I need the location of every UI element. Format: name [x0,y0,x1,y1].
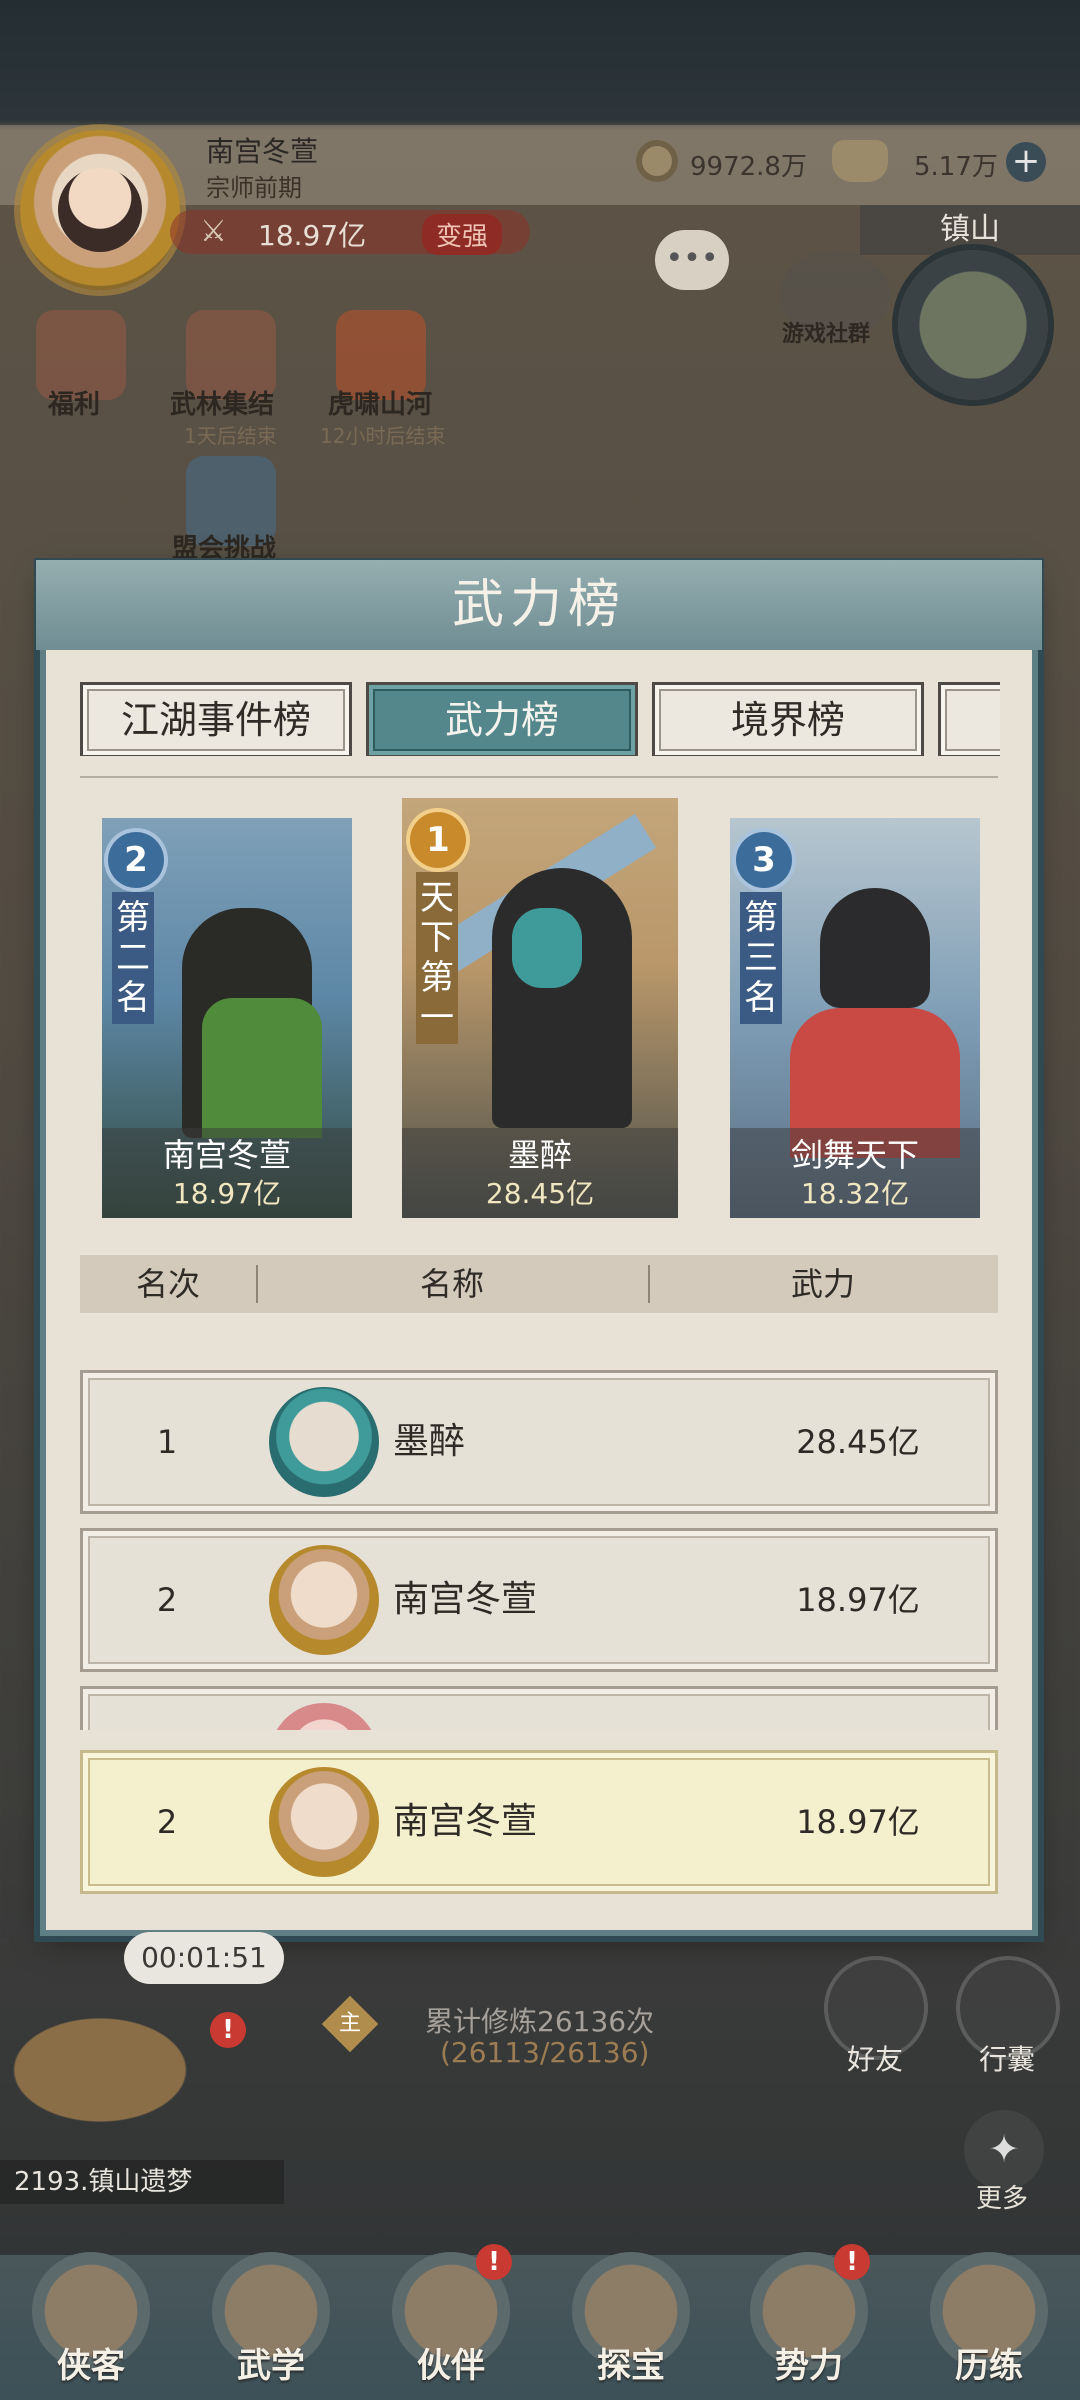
nav-treasure[interactable]: 探宝 [566,2252,696,2392]
rank-caption: 第二名 [112,892,154,1024]
tab-power[interactable]: 武力榜 [366,682,638,756]
avatar [269,1703,379,1730]
nav-faction[interactable]: ! 势力 [744,2244,874,2392]
avatar [269,1387,379,1497]
add-ingot-button[interactable]: + [1006,142,1046,182]
ingot-amount: 5.17万 [914,152,998,182]
character-hair [820,888,930,1008]
ingot-icon [832,140,888,182]
nav-hero[interactable]: 侠客 [26,2252,156,2392]
cart-character[interactable] [0,1980,250,2160]
modal-title: 武力榜 [36,560,1042,650]
rank-badge: 3 [736,832,792,888]
alert-icon: ! [476,2244,512,2280]
my-rank-row[interactable]: 2 南宫冬萱 18.97亿 [80,1750,998,1894]
podium-card-first[interactable]: 1 天下第一 墨醉 28.45亿 [402,798,678,1218]
podium-name: 剑舞天下 [790,1136,919,1174]
column-name: 名称 [419,1265,484,1303]
player-rank: 宗师前期 [206,174,302,202]
bottom-navigation [0,2255,1080,2400]
tab-alliance[interactable]: 盟 [938,682,1000,756]
player-name: 南宫冬萱 [206,135,319,168]
stage-label[interactable]: 2193.镇山遗梦 [0,2160,284,2204]
table-row[interactable] [80,1686,998,1730]
row-name: 南宫冬萱 [393,1579,538,1620]
podium-card-third[interactable]: 3 第三名 剑舞天下 18.32亿 [730,818,980,1218]
nav-label: 探宝 [597,2346,665,2386]
tab-realm[interactable]: 境界榜 [652,682,924,756]
friends-label: 好友 [846,2043,903,2076]
crossed-swords-icon: ⚔ [200,214,227,249]
cultivate-count: 累计修炼26136次 [425,2005,655,2038]
divider [80,776,998,778]
nav-training[interactable]: 历练 [924,2252,1054,2392]
podium-name: 南宫冬萱 [162,1136,291,1174]
character-silhouette [492,868,632,1128]
copper-coin-icon [636,140,678,182]
nav-label: 历练 [955,2346,1023,2386]
column-power: 武力 [790,1265,855,1303]
podium-power: 18.32亿 [800,1177,910,1210]
more-label: 更多 [976,2184,1029,2214]
nav-label: 伙伴 [417,2346,485,2386]
cultivate-icon-text: 主 [338,2010,362,2036]
my-power: 18.97亿 [796,1803,920,1841]
nav-martial-arts[interactable]: 武学 [206,2252,336,2392]
leaderboard-tabs: 江湖事件榜 武力榜 境界榜 盟 [80,682,1000,756]
table-row[interactable]: 1 墨醉 28.45亿 [80,1370,998,1514]
rank-badge: 2 [108,832,164,888]
tiger-roar-timer: 12小时后结束 [320,424,446,448]
rank-caption: 天下第一 [416,872,458,1044]
idle-timer: 00:01:51 [124,1932,284,1984]
ranking-header: 名次 名称 武力 [80,1255,998,1313]
alert-icon: ! [834,2244,870,2280]
ranking-list[interactable]: 1 墨醉 28.45亿 2 南宫冬萱 18.97亿 [80,1370,998,1730]
column-rank: 名次 [135,1265,200,1303]
my-rank: 2 [156,1803,178,1841]
rank-caption: 第三名 [740,892,782,1024]
row-rank: 2 [156,1581,178,1619]
row-power: 18.97亿 [796,1581,920,1619]
nav-partner[interactable]: ! 伙伴 [386,2244,516,2392]
nav-label: 武学 [237,2346,305,2386]
tab-jianghu-events[interactable]: 江湖事件榜 [80,682,352,756]
minimap[interactable] [898,250,1048,400]
row-rank: 1 [156,1423,178,1461]
avatar [269,1767,379,1877]
welfare-label: 福利 [48,390,101,420]
community-label: 游戏社群 [782,322,871,347]
nav-label: 侠客 [57,2346,125,2386]
row-name: 墨醉 [393,1421,466,1462]
podium-power: 28.45亿 [485,1177,595,1210]
coin-amount: 9972.8万 [690,152,807,182]
player-power: 18.97亿 [258,219,367,252]
martial-gathering-timer: 1天后结束 [184,424,277,448]
map-location-label: 镇山 [860,205,1080,255]
alert-icon: ! [210,2012,246,2048]
martial-gathering-label: 武林集结 [170,390,275,420]
podium-power: 18.97亿 [172,1177,282,1210]
leaderboard-modal: 武力榜 江湖事件榜 武力榜 境界榜 盟 2 第二名 南宫冬萱 18.97亿 1 … [36,560,1042,1930]
podium-name: 墨醉 [507,1136,572,1174]
rank-badge: 1 [410,812,466,868]
cultivate-progress: (26113/26136) [440,2036,650,2069]
nav-label: 势力 [775,2346,843,2386]
jade-mask [512,908,582,988]
avatar [269,1545,379,1655]
character-robe [202,998,322,1138]
podium-card-second[interactable]: 2 第二名 南宫冬萱 18.97亿 [102,818,352,1218]
chat-icon[interactable]: ••• [655,230,729,290]
player-avatar [58,168,142,252]
my-name: 南宫冬萱 [393,1801,538,1842]
tiger-roar-label: 虎啸山河 [328,390,433,420]
table-row[interactable]: 2 南宫冬萱 18.97亿 [80,1528,998,1672]
bag-label: 行囊 [978,2043,1035,2076]
row-power: 28.45亿 [796,1423,920,1461]
upgrade-button[interactable]: 变强 [422,214,503,255]
